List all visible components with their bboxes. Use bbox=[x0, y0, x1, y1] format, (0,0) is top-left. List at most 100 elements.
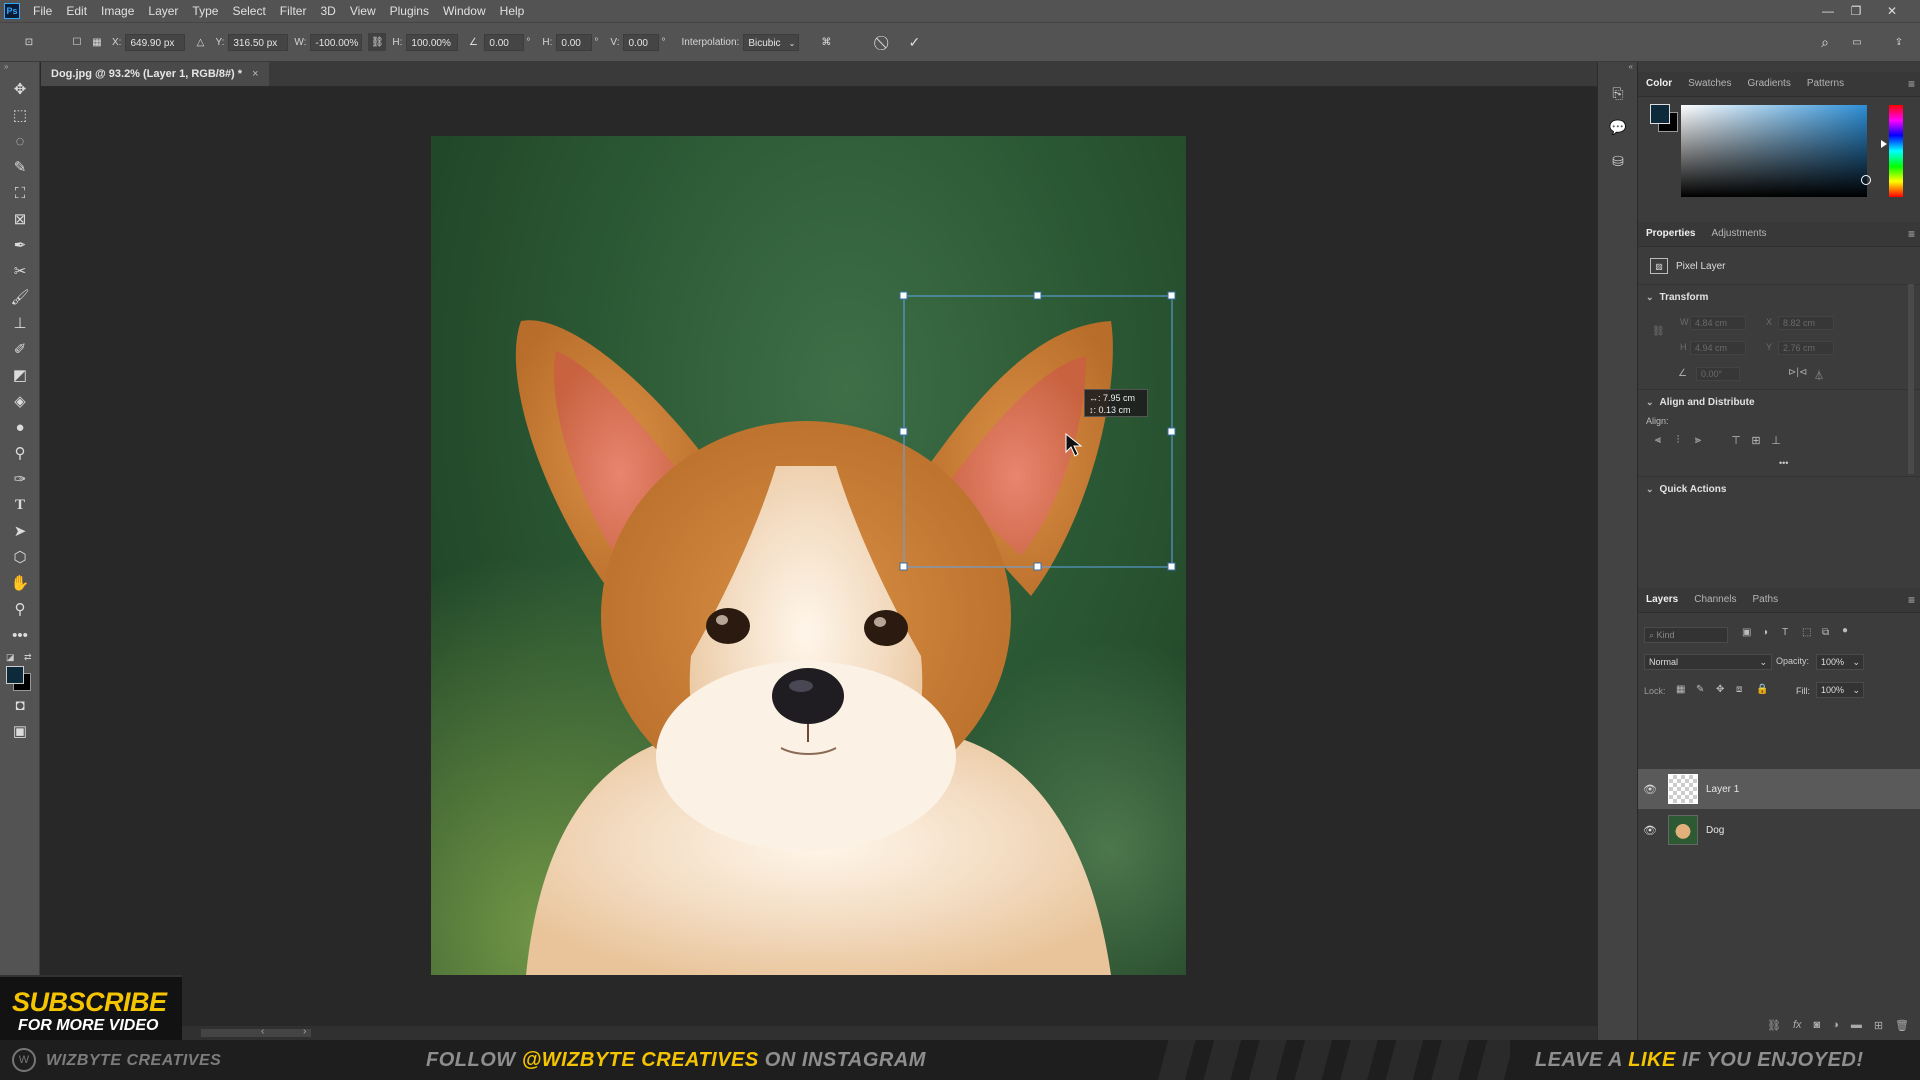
flip-horizontal-icon[interactable]: ⊳|⊲ bbox=[1788, 367, 1807, 378]
lasso-tool-icon[interactable]: ◌ bbox=[0, 128, 40, 154]
restore-icon[interactable]: ❐ bbox=[1844, 0, 1868, 22]
menu-filter[interactable]: Filter bbox=[273, 0, 314, 22]
lock-transparent-icon[interactable]: ▦ bbox=[1676, 684, 1685, 695]
delete-layer-icon[interactable]: 🗑 bbox=[1895, 1019, 1909, 1032]
tab-gradients[interactable]: Gradients bbox=[1739, 72, 1798, 96]
tab-color[interactable]: Color bbox=[1638, 72, 1680, 96]
eraser-tool-icon[interactable]: ◩ bbox=[0, 362, 40, 388]
menu-layer[interactable]: Layer bbox=[141, 0, 185, 22]
menu-edit[interactable]: Edit bbox=[59, 0, 94, 22]
paint-bucket-tool-icon[interactable]: ◈ bbox=[0, 388, 40, 414]
align-section-header[interactable]: ⌄ Align and Distribute bbox=[1646, 397, 1755, 408]
move-tool-icon[interactable]: ✥ bbox=[0, 76, 40, 102]
zoom-tool-icon[interactable]: ⚲ bbox=[0, 596, 40, 622]
quick-mask-icon[interactable]: ◘ bbox=[0, 692, 40, 718]
layer-filter-kind[interactable]: ⌕ Kind bbox=[1644, 627, 1728, 643]
reference-point-grid-icon[interactable]: ▦ bbox=[88, 33, 106, 51]
minimize-icon[interactable]: — bbox=[1816, 0, 1840, 22]
tab-channels[interactable]: Channels bbox=[1686, 588, 1744, 612]
layer-row-layer-1[interactable]: 👁 Layer 1 bbox=[1638, 769, 1920, 809]
filter-adjustment-icon[interactable]: ◑ bbox=[1762, 627, 1768, 638]
path-selection-tool-icon[interactable]: ➤ bbox=[0, 518, 40, 544]
brush-tool-icon[interactable]: 🖌 bbox=[0, 284, 40, 310]
fill-field[interactable]: 100% ⌄ bbox=[1816, 682, 1864, 698]
align-right-edges-icon[interactable]: ⫸ bbox=[1690, 432, 1706, 448]
link-layers-icon[interactable]: ⛓ bbox=[1767, 1019, 1781, 1032]
add-mask-icon[interactable]: ◙ bbox=[1814, 1019, 1821, 1031]
eyedropper-tool-icon[interactable]: ✒ bbox=[0, 232, 40, 258]
align-top-edges-icon[interactable]: ⊤ bbox=[1728, 432, 1744, 448]
transform-section-header[interactable]: ⌄ Transform bbox=[1646, 292, 1708, 303]
screen-mode-icon[interactable]: ▣ bbox=[0, 718, 40, 744]
foreground-color-swatch[interactable] bbox=[6, 666, 24, 684]
align-vertical-centers-icon[interactable]: ⊞ bbox=[1748, 432, 1764, 448]
layers-panel-menu-icon[interactable]: ≡ bbox=[1908, 593, 1915, 607]
filter-type-icon[interactable]: T bbox=[1782, 627, 1788, 638]
workspace-icon[interactable]: ▭ bbox=[1848, 33, 1866, 51]
reference-point-toggle-icon[interactable]: ☐ bbox=[68, 33, 86, 51]
quick-actions-header[interactable]: ⌄ Quick Actions bbox=[1646, 484, 1726, 495]
color-panel-foreground-swatch[interactable] bbox=[1650, 104, 1670, 124]
crop-tool-icon[interactable]: ⛶ bbox=[0, 180, 40, 206]
hue-slider[interactable] bbox=[1889, 105, 1903, 197]
tab-layers[interactable]: Layers bbox=[1638, 588, 1686, 612]
new-layer-icon[interactable]: ⊞ bbox=[1874, 1019, 1883, 1032]
v-skew-field[interactable]: 0.00 bbox=[623, 33, 660, 51]
transform-tool-icon[interactable]: ⊡ bbox=[20, 33, 38, 51]
scrollbar-thumb[interactable] bbox=[201, 1029, 311, 1037]
tab-adjustments[interactable]: Adjustments bbox=[1703, 222, 1774, 246]
prop-x-field[interactable]: 8.82 cm bbox=[1778, 316, 1834, 330]
lock-image-icon[interactable]: ✎ bbox=[1696, 684, 1704, 695]
menu-plugins[interactable]: Plugins bbox=[383, 0, 436, 22]
visibility-eye-icon[interactable]: 👁 bbox=[1638, 824, 1662, 837]
menu-view[interactable]: View bbox=[343, 0, 383, 22]
photoshop-logo[interactable]: Ps bbox=[4, 3, 20, 19]
clone-stamp-tool-icon[interactable]: ⊥ bbox=[0, 310, 40, 336]
link-dimensions-icon[interactable]: ⛓ bbox=[1652, 326, 1665, 337]
x-position-field[interactable]: 649.90 px bbox=[125, 33, 186, 51]
scroll-left-icon[interactable]: ‹ bbox=[261, 1026, 264, 1037]
tab-patterns[interactable]: Patterns bbox=[1799, 72, 1852, 96]
rotation-field[interactable]: 0.00 bbox=[484, 33, 525, 51]
lock-position-icon[interactable]: ✥ bbox=[1716, 684, 1724, 695]
history-brush-tool-icon[interactable]: ✐ bbox=[0, 336, 40, 362]
prop-y-field[interactable]: 2.76 cm bbox=[1778, 341, 1834, 355]
share-icon[interactable]: ⇪ bbox=[1890, 33, 1908, 51]
hand-tool-icon[interactable]: ✋ bbox=[0, 570, 40, 596]
filter-toggle-icon[interactable]: ● bbox=[1842, 625, 1848, 636]
lock-all-icon[interactable]: 🔒 bbox=[1756, 684, 1768, 695]
shape-tool-icon[interactable]: ⬡ bbox=[0, 544, 40, 570]
document-tab[interactable]: Dog.jpg @ 93.2% (Layer 1, RGB/8#) * × bbox=[41, 62, 269, 86]
relative-position-icon[interactable]: △ bbox=[191, 33, 209, 51]
new-adjustment-layer-icon[interactable]: ◑ bbox=[1832, 1019, 1839, 1031]
filter-shape-icon[interactable]: ⬚ bbox=[1802, 627, 1811, 638]
comments-panel-icon[interactable]: 💬 bbox=[1598, 110, 1638, 144]
close-window-icon[interactable]: ✕ bbox=[1880, 0, 1904, 22]
history-panel-icon[interactable]: ⎘ bbox=[1598, 76, 1638, 110]
properties-panel-menu-icon[interactable]: ≡ bbox=[1908, 227, 1915, 241]
swap-colors-icon[interactable]: ⇄ bbox=[24, 652, 32, 663]
warp-mode-icon[interactable]: ⌘ bbox=[817, 33, 835, 51]
color-panel-menu-icon[interactable]: ≡ bbox=[1908, 77, 1915, 91]
close-tab-icon[interactable]: × bbox=[252, 62, 258, 86]
transform-bounding-box[interactable] bbox=[431, 136, 1186, 975]
interpolation-select[interactable]: Bicubic ⌄ bbox=[743, 33, 800, 51]
lock-artboard-icon[interactable]: ⧈ bbox=[1736, 684, 1742, 695]
scroll-right-icon[interactable]: › bbox=[303, 1026, 306, 1037]
default-colors-icon[interactable]: ◪ bbox=[6, 652, 15, 663]
flip-vertical-icon[interactable]: ⏃ bbox=[1814, 367, 1824, 382]
prop-width-field[interactable]: 4.84 cm bbox=[1690, 316, 1746, 330]
h-skew-field[interactable]: 0.00 bbox=[556, 33, 593, 51]
filter-smart-object-icon[interactable]: ⧉ bbox=[1822, 627, 1829, 638]
menu-select[interactable]: Select bbox=[225, 0, 272, 22]
prop-height-field[interactable]: 4.94 cm bbox=[1690, 341, 1746, 355]
color-picker-field[interactable] bbox=[1681, 105, 1871, 197]
marquee-tool-icon[interactable]: ⬚ bbox=[0, 102, 40, 128]
layer-style-icon[interactable]: fx bbox=[1793, 1019, 1802, 1031]
width-field[interactable]: -100.00% bbox=[310, 33, 363, 51]
more-tools-icon[interactable]: ••• bbox=[0, 622, 40, 648]
align-horizontal-centers-icon[interactable]: ⫶ bbox=[1670, 432, 1686, 448]
libraries-panel-icon[interactable]: ⛁ bbox=[1598, 144, 1638, 178]
blend-mode-select[interactable]: Normal ⌄ bbox=[1644, 654, 1772, 670]
collapse-dock-icon[interactable]: « bbox=[1598, 62, 1637, 76]
